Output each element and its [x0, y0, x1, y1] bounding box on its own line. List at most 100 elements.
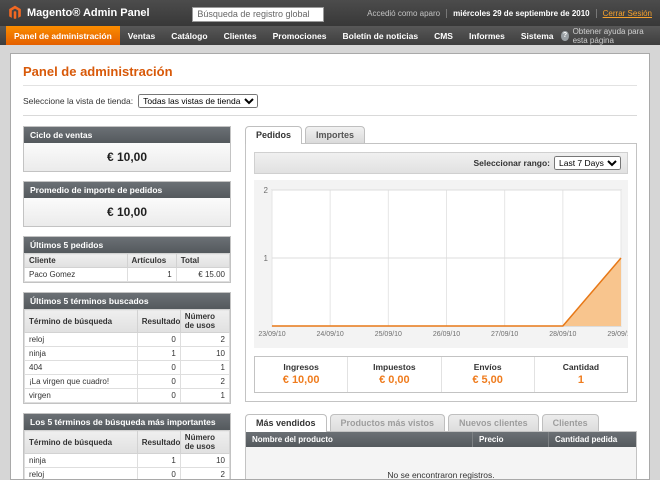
products-panel: Nombre del producto Precio Cantidad pedi…: [245, 431, 637, 480]
magento-logo: Magento® Admin Panel: [8, 5, 150, 22]
tab-most-viewed[interactable]: Productos más vistos: [330, 414, 446, 431]
current-date: miércoles 29 de septiembre de 2010: [453, 9, 590, 18]
cell-results: 0: [137, 361, 180, 375]
table-row[interactable]: ¡La virgen que cuadro! 0 2: [25, 375, 230, 389]
cell-term: reloj: [25, 468, 138, 480]
table-row[interactable]: ninja 1 10: [25, 347, 230, 361]
col-header: Cliente: [25, 254, 128, 268]
table-row[interactable]: Paco Gomez 1 € 15.00: [25, 268, 230, 282]
table-row[interactable]: ninja 1 10: [25, 454, 230, 468]
svg-text:24/09/10: 24/09/10: [317, 331, 344, 338]
table-header-row: Término de búsqueda Resultados Número de…: [25, 431, 230, 454]
stat-value: € 5,00: [442, 374, 534, 386]
bottom-section: Más vendidos Productos más vistos Nuevos…: [245, 414, 637, 480]
svg-text:25/09/10: 25/09/10: [375, 331, 402, 338]
cell-results: 1: [137, 454, 180, 468]
stat-value: € 0,00: [348, 374, 440, 386]
last-orders-panel: Últimos 5 pedidos Cliente Artículos Tota…: [23, 236, 231, 283]
table-header-row: Término de búsqueda Resultados Número de…: [25, 310, 230, 333]
col-header-product: Nombre del producto: [246, 432, 472, 447]
range-select[interactable]: Last 7 Days: [554, 156, 621, 170]
nav-item-sales[interactable]: Ventas: [120, 26, 163, 45]
col-header: Artículos: [127, 254, 176, 268]
tab-amounts[interactable]: Importes: [305, 126, 365, 143]
cell-uses: 2: [180, 375, 229, 389]
col-header-price: Precio: [472, 432, 548, 447]
cell-items: 1: [127, 268, 176, 282]
average-orders-panel: Promedio de importe de pedidos € 10,00: [23, 181, 231, 227]
chart-tabs: Pedidos Importes: [245, 126, 637, 143]
svg-text:26/09/10: 26/09/10: [433, 331, 460, 338]
last-search-title: Últimos 5 términos buscados: [24, 293, 230, 309]
header-user-area: Accedió como aparo miércoles 29 de septi…: [367, 9, 652, 18]
cell-uses: 1: [180, 361, 229, 375]
svg-text:27/09/10: 27/09/10: [491, 331, 518, 338]
cell-results: 0: [137, 375, 180, 389]
tab-bestsellers[interactable]: Más vendidos: [245, 414, 327, 432]
chart-area: 1223/09/1024/09/1025/09/1026/09/1027/09/…: [254, 180, 628, 348]
tab-new-customers[interactable]: Nuevos clientes: [448, 414, 539, 431]
cell-results: 0: [137, 468, 180, 480]
stat-quantity: Cantidad 1: [534, 357, 627, 392]
stat-value: € 10,00: [255, 374, 347, 386]
separator: [446, 9, 447, 18]
orders-chart-panel: Seleccionar rango: Last 7 Days 1223/09/1…: [245, 143, 637, 402]
nav-item-customers[interactable]: Clientes: [216, 26, 265, 45]
cell-uses: 2: [180, 333, 229, 347]
stat-tax: Impuestos € 0,00: [347, 357, 440, 392]
logged-in-as: Accedió como aparo: [367, 9, 440, 18]
global-search-input[interactable]: [192, 7, 324, 22]
products-table-header: Nombre del producto Precio Cantidad pedi…: [246, 432, 636, 447]
stats-row: Ingresos € 10,00 Impuestos € 0,00 Envíos…: [254, 356, 628, 393]
lifetime-sales-title: Ciclo de ventas: [24, 127, 230, 143]
cell-results: 0: [137, 389, 180, 403]
content-wrapper: Panel de administración Seleccione la vi…: [0, 45, 660, 480]
lifetime-sales-panel: Ciclo de ventas € 10,00: [23, 126, 231, 172]
range-label: Seleccionar rango:: [473, 158, 550, 168]
last-orders-title: Últimos 5 pedidos: [24, 237, 230, 253]
store-view-row: Seleccione la vista de tienda: Todas las…: [23, 86, 637, 116]
tab-orders[interactable]: Pedidos: [245, 126, 302, 144]
page-help-link[interactable]: ? Obtener ayuda para esta página: [561, 26, 654, 45]
table-row[interactable]: 404 0 1: [25, 361, 230, 375]
table-row[interactable]: reloj 0 2: [25, 468, 230, 480]
stat-label: Cantidad: [535, 362, 627, 372]
top-search-panel: Los 5 términos de búsqueda más important…: [23, 413, 231, 480]
col-header: Número de usos: [180, 431, 229, 454]
orders-chart: 1223/09/1024/09/1025/09/1026/09/1027/09/…: [254, 180, 628, 348]
table-header-row: Cliente Artículos Total: [25, 254, 230, 268]
cell-term: reloj: [25, 333, 138, 347]
global-search: [192, 4, 324, 22]
left-column: Ciclo de ventas € 10,00 Promedio de impo…: [23, 126, 231, 480]
last-search-table: Término de búsqueda Resultados Número de…: [24, 309, 230, 403]
nav-item-cms[interactable]: CMS: [426, 26, 461, 45]
nav-item-newsletter[interactable]: Boletín de noticias: [335, 26, 427, 45]
stat-value: 1: [535, 374, 627, 386]
magento-logo-icon: [8, 5, 22, 22]
cell-uses: 10: [180, 454, 229, 468]
nav-item-promotions[interactable]: Promociones: [265, 26, 335, 45]
tab-customers[interactable]: Clientes: [542, 414, 599, 431]
logout-link[interactable]: Cerrar Sesión: [603, 9, 652, 18]
nav-item-dashboard[interactable]: Panel de administración: [6, 26, 120, 45]
nav-item-system[interactable]: Sistema: [513, 26, 562, 45]
lifetime-sales-value: € 10,00: [24, 143, 230, 171]
last-search-panel: Últimos 5 términos buscados Término de b…: [23, 292, 231, 404]
stat-shipping: Envíos € 5,00: [441, 357, 534, 392]
average-orders-value: € 10,00: [24, 198, 230, 226]
svg-text:2: 2: [264, 186, 269, 195]
cell-term: ninja: [25, 347, 138, 361]
products-tabs: Más vendidos Productos más vistos Nuevos…: [245, 414, 637, 431]
nav-item-reports[interactable]: Informes: [461, 26, 513, 45]
cell-results: 0: [137, 333, 180, 347]
table-row[interactable]: virgen 0 1: [25, 389, 230, 403]
stat-label: Envíos: [442, 362, 534, 372]
col-header: Término de búsqueda: [25, 310, 138, 333]
dashboard-columns: Ciclo de ventas € 10,00 Promedio de impo…: [23, 126, 637, 480]
store-view-select[interactable]: Todas las vistas de tienda: [138, 94, 258, 108]
cell-uses: 1: [180, 389, 229, 403]
help-icon: ?: [561, 31, 568, 41]
stat-revenue: Ingresos € 10,00: [255, 357, 347, 392]
nav-item-catalog[interactable]: Catálogo: [163, 26, 215, 45]
table-row[interactable]: reloj 0 2: [25, 333, 230, 347]
